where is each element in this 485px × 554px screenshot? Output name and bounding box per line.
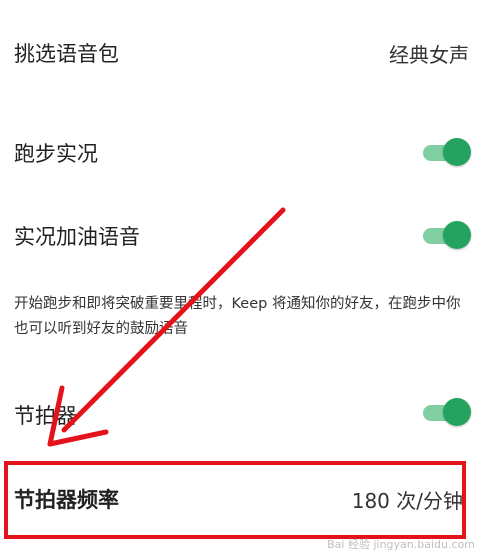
cheer-voice-toggle[interactable] bbox=[421, 221, 471, 249]
cheer-voice-description: 开始跑步和即将突破重要里程时，Keep 将通知你的好友，在跑步中你也可以听到好友… bbox=[14, 296, 461, 337]
toggle-knob bbox=[443, 221, 471, 249]
metronome-row: 节拍器 bbox=[0, 392, 485, 436]
cheer-voice-row: 实况加油语音 bbox=[0, 213, 485, 257]
run-commentary-toggle[interactable] bbox=[421, 138, 471, 166]
metronome-toggle[interactable] bbox=[421, 398, 471, 426]
annotation-arrow-icon bbox=[47, 207, 286, 447]
metronome-label: 节拍器 bbox=[14, 404, 77, 428]
voice-pack-row[interactable]: 挑选语音包 经典女声 bbox=[0, 30, 485, 74]
metronome-rate-label: 节拍器频率 bbox=[14, 488, 119, 512]
toggle-knob bbox=[443, 138, 471, 166]
cheer-voice-label: 实况加油语音 bbox=[14, 225, 140, 249]
run-commentary-row: 跑步实况 bbox=[0, 130, 485, 174]
run-commentary-label: 跑步实况 bbox=[14, 142, 98, 166]
voice-pack-label: 挑选语音包 bbox=[14, 42, 119, 66]
toggle-knob bbox=[443, 398, 471, 426]
voice-pack-value: 经典女声 bbox=[389, 43, 469, 67]
metronome-rate-row[interactable]: 节拍器频率 180 次/分钟 bbox=[0, 478, 485, 522]
watermark: Bai 经验 jingyan.baidu.com bbox=[327, 538, 475, 551]
metronome-rate-value: 180 次/分钟 bbox=[351, 489, 463, 513]
